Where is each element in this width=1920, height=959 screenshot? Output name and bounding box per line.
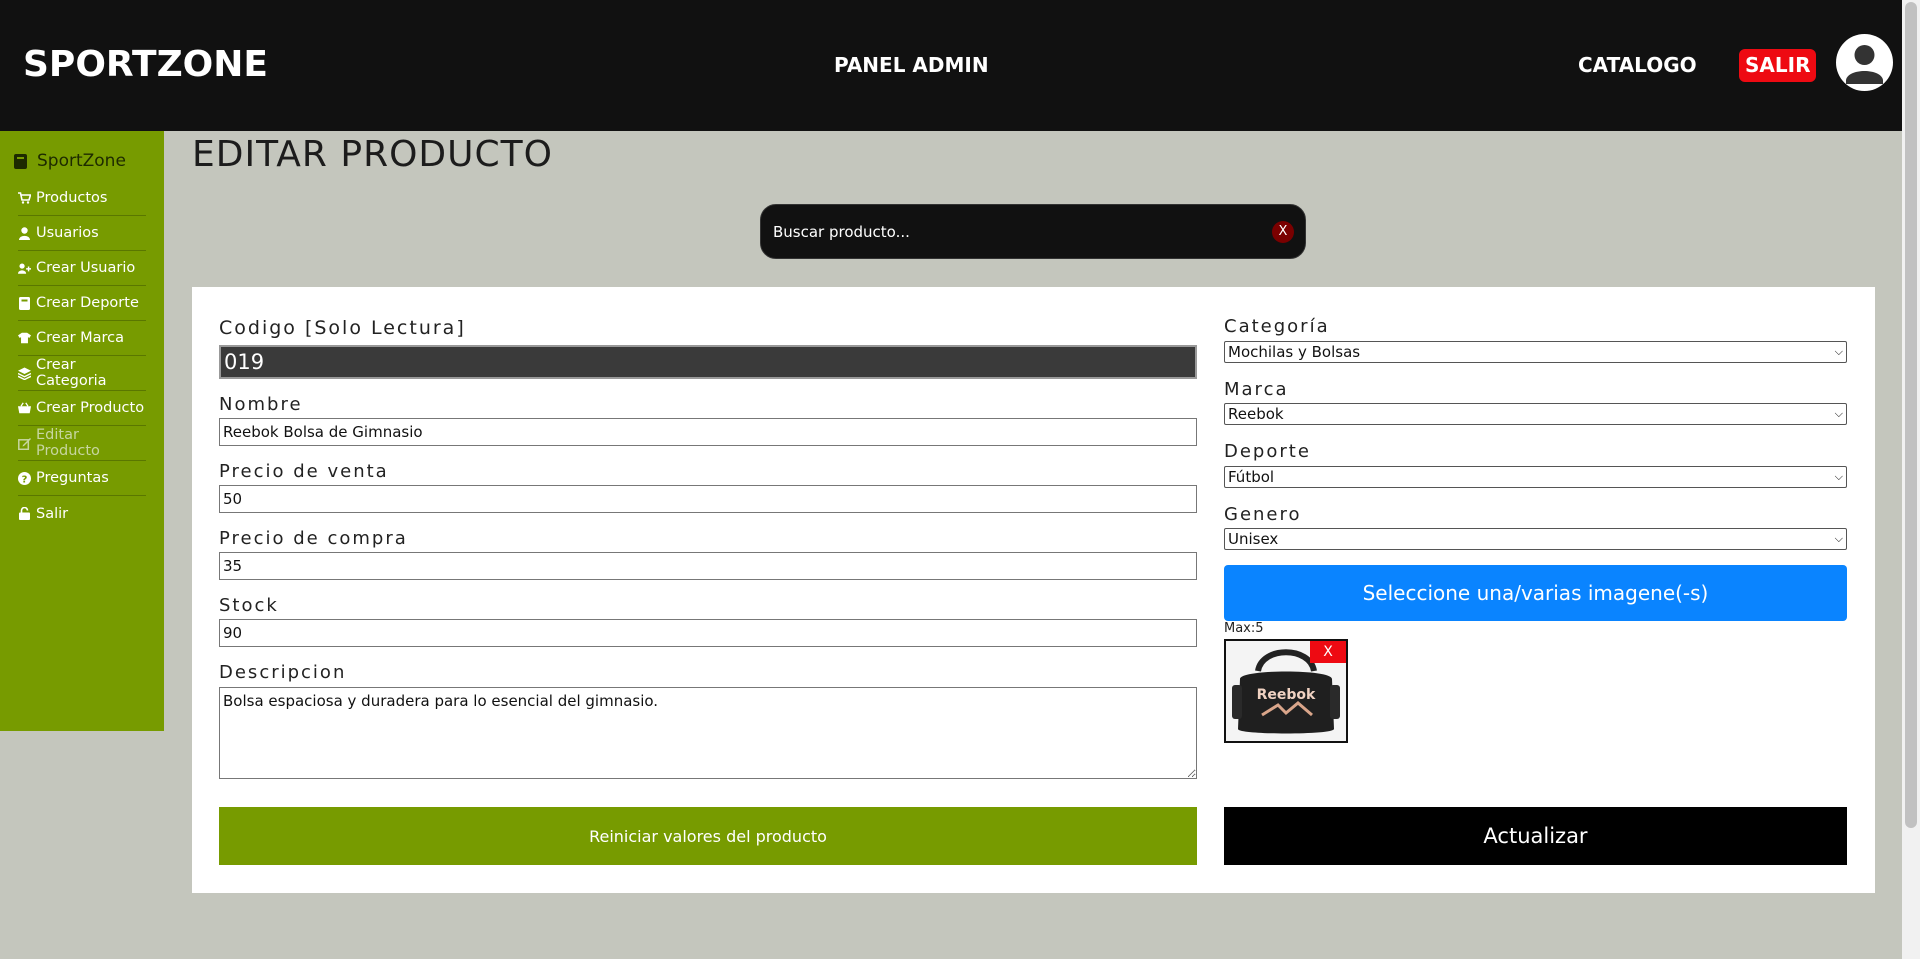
marca-select-value: Reebok bbox=[1228, 405, 1284, 423]
chevron-down-icon: ⌵ bbox=[1834, 407, 1843, 420]
scrollbar-thumb[interactable] bbox=[1905, 2, 1917, 828]
sidebar-item-label: Crear Producto bbox=[36, 400, 145, 416]
genero-select-value: Unisex bbox=[1228, 530, 1279, 548]
sidebar-item-crear-deporte[interactable]: Crear Deporte bbox=[18, 286, 146, 321]
logout-button[interactable]: SALIR bbox=[1739, 49, 1817, 82]
update-product-button[interactable]: Actualizar bbox=[1224, 807, 1847, 865]
descripcion-label: Descripcion bbox=[219, 662, 347, 683]
product-image-thumbnail[interactable]: Reebok X bbox=[1224, 639, 1348, 743]
precio-compra-label: Precio de compra bbox=[219, 528, 408, 549]
stock-label: Stock bbox=[219, 595, 279, 616]
select-images-button[interactable]: Seleccione una/varias imagene(-s) bbox=[1224, 565, 1847, 621]
reebok-logo-text: Reebok bbox=[1257, 687, 1316, 703]
sidebar-item-label: Crear Categoria bbox=[36, 357, 107, 389]
user-icon bbox=[18, 226, 31, 240]
sidebar-item-label: Crear Deporte bbox=[36, 295, 139, 311]
sidebar-item-label: Salir bbox=[36, 505, 69, 522]
stock-field[interactable] bbox=[219, 619, 1197, 647]
sidebar-item-crear-categoria[interactable]: Crear Categoria bbox=[18, 356, 146, 391]
sidebar: SportZone Productos Usuarios Crear Usuar… bbox=[0, 131, 164, 731]
sidebar-item-label: Usuarios bbox=[36, 225, 99, 241]
sidebar-item-label: Crear Usuario bbox=[36, 260, 136, 276]
genero-select[interactable]: Unisex ⌵ bbox=[1224, 528, 1847, 550]
page-scrollbar[interactable] bbox=[1902, 0, 1920, 959]
chevron-down-icon: ⌵ bbox=[1834, 345, 1843, 358]
product-search-input[interactable] bbox=[773, 220, 1253, 244]
categoria-label: Categoría bbox=[1224, 316, 1330, 337]
reset-product-button[interactable]: Reiniciar valores del producto bbox=[219, 807, 1197, 865]
marca-label: Marca bbox=[1224, 379, 1289, 400]
categoria-select[interactable]: Mochilas y Bolsas ⌵ bbox=[1224, 341, 1847, 363]
catalog-link[interactable]: CATALOGO bbox=[1578, 53, 1697, 77]
user-avatar-icon[interactable] bbox=[1836, 34, 1893, 91]
sidebar-item-usuarios[interactable]: Usuarios bbox=[18, 216, 146, 251]
book-icon bbox=[14, 153, 27, 169]
sidebar-brand-label: SportZone bbox=[37, 151, 126, 171]
sidebar-item-label: Editar Producto bbox=[36, 427, 100, 459]
sidebar-item-crear-producto[interactable]: Crear Producto bbox=[18, 391, 146, 426]
book-icon bbox=[18, 296, 31, 310]
sidebar-item-label: Productos bbox=[36, 190, 108, 206]
sidebar-item-productos[interactable]: Productos bbox=[18, 181, 146, 216]
sidebar-item-label: Preguntas bbox=[36, 470, 109, 486]
precio-venta-field[interactable] bbox=[219, 485, 1197, 513]
precio-venta-label: Precio de venta bbox=[219, 461, 389, 482]
codigo-label: Codigo [Solo Lectura] bbox=[219, 317, 466, 339]
deporte-select-value: Fútbol bbox=[1228, 468, 1275, 486]
categoria-select-value: Mochilas y Bolsas bbox=[1228, 343, 1361, 361]
chevron-down-icon: ⌵ bbox=[1834, 532, 1843, 545]
sidebar-item-crear-usuario[interactable]: Crear Usuario bbox=[18, 251, 146, 286]
page-title: EDITAR PRODUCTO bbox=[192, 134, 553, 175]
deporte-select[interactable]: Fútbol ⌵ bbox=[1224, 466, 1847, 488]
lock-icon bbox=[18, 507, 31, 520]
nombre-field[interactable] bbox=[219, 418, 1197, 446]
panel-admin-title: PANEL ADMIN bbox=[834, 53, 989, 77]
sidebar-item-preguntas[interactable]: ? Preguntas bbox=[18, 461, 146, 496]
question-icon: ? bbox=[18, 471, 31, 485]
precio-compra-field[interactable] bbox=[219, 552, 1197, 580]
sidebar-item-salir[interactable]: Salir bbox=[18, 496, 146, 531]
remove-image-button[interactable]: X bbox=[1310, 641, 1346, 663]
max-images-text: Max:5 bbox=[1224, 621, 1264, 636]
top-navbar: SPORTZONE PANEL ADMIN CATALOGO SALIR bbox=[0, 0, 1902, 131]
sidebar-brand[interactable]: SportZone bbox=[14, 151, 126, 171]
sidebar-item-editar-producto[interactable]: Editar Producto bbox=[18, 426, 146, 461]
search-clear-button[interactable]: X bbox=[1272, 221, 1294, 243]
basket-icon bbox=[18, 402, 31, 415]
shirt-icon bbox=[18, 332, 31, 345]
descripcion-field[interactable]: Bolsa espaciosa y duradera para lo esenc… bbox=[219, 687, 1197, 779]
svg-text:?: ? bbox=[22, 474, 28, 485]
brand-logo-text[interactable]: SPORTZONE bbox=[23, 44, 268, 85]
sidebar-item-label: Crear Marca bbox=[36, 330, 125, 346]
layers-icon bbox=[18, 366, 31, 380]
sidebar-item-crear-marca[interactable]: Crear Marca bbox=[18, 321, 146, 356]
chevron-down-icon: ⌵ bbox=[1834, 470, 1843, 483]
user-plus-icon bbox=[18, 262, 31, 275]
product-search-bar: X bbox=[760, 204, 1306, 259]
edit-icon bbox=[18, 437, 31, 450]
genero-label: Genero bbox=[1224, 504, 1302, 525]
nombre-label: Nombre bbox=[219, 394, 303, 415]
marca-select[interactable]: Reebok ⌵ bbox=[1224, 403, 1847, 425]
sidebar-menu: Productos Usuarios Crear Usuario Crear D… bbox=[18, 181, 146, 531]
edit-product-form: Codigo [Solo Lectura] Nombre Precio de v… bbox=[192, 287, 1875, 893]
deporte-label: Deporte bbox=[1224, 441, 1311, 462]
codigo-field bbox=[219, 345, 1197, 379]
cart-icon bbox=[18, 192, 31, 205]
